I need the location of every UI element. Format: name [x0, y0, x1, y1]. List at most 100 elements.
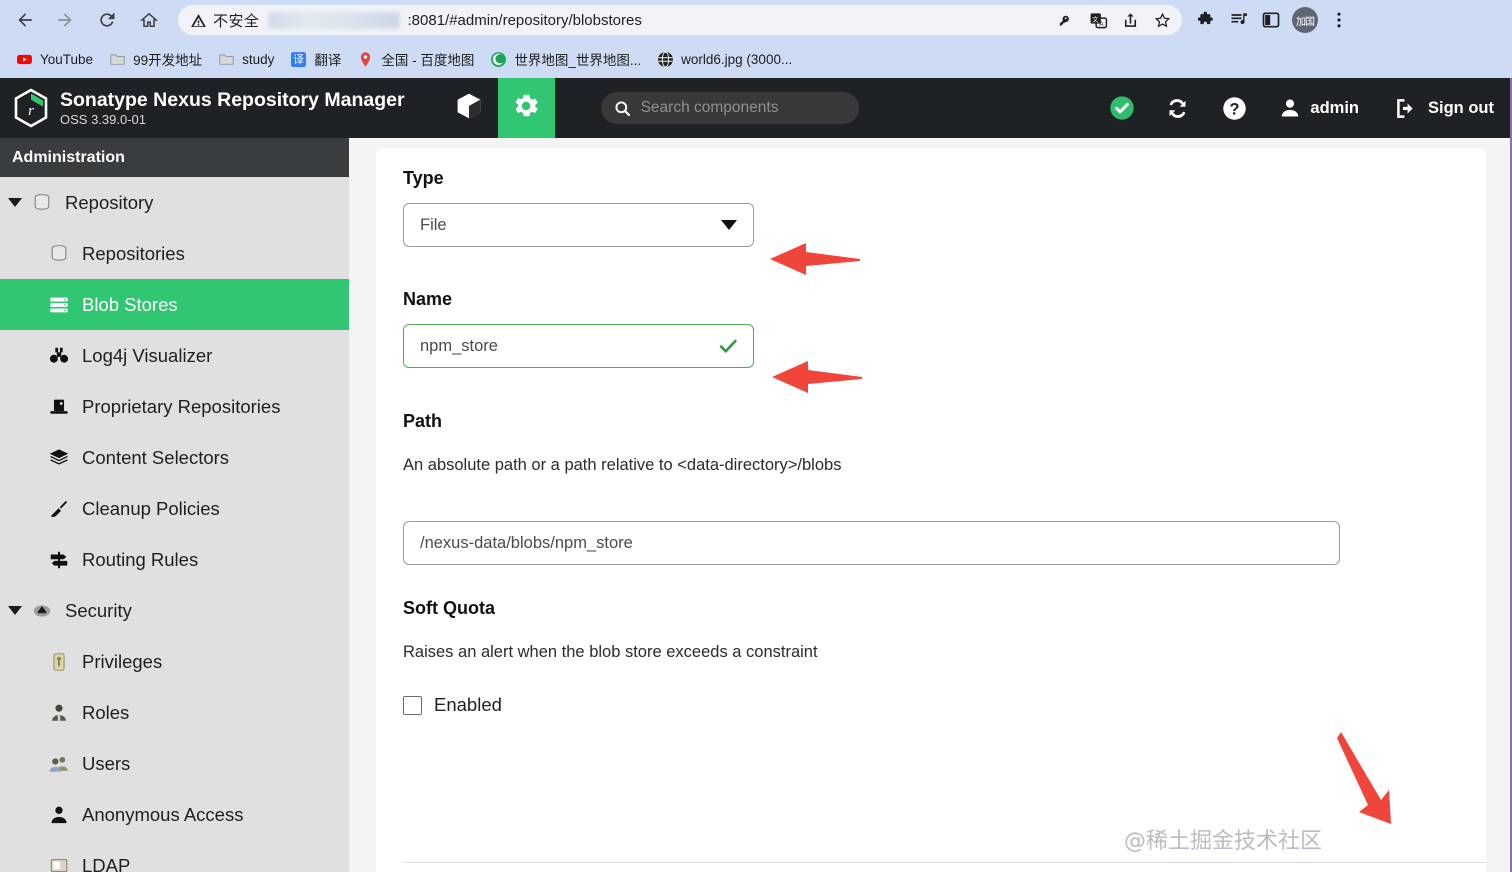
- type-label: Type: [403, 168, 444, 188]
- ldap-icon: [46, 853, 72, 872]
- soft-quota-help-text: Raises an alert when the blob store exce…: [403, 643, 818, 661]
- sidebar-item-log4j-visualizer[interactable]: Log4j Visualizer: [0, 330, 349, 381]
- soft-quota-enabled-row[interactable]: Enabled: [403, 694, 502, 716]
- bookmark-star-icon[interactable]: [1148, 6, 1176, 34]
- bookmark-youtube[interactable]: YouTube: [8, 46, 101, 72]
- share-icon[interactable]: [1116, 6, 1144, 34]
- header-tabs: [441, 78, 555, 138]
- sidebar-item-proprietary-repositories[interactable]: Proprietary Repositories: [0, 381, 349, 432]
- chevron-down-icon[interactable]: [8, 198, 22, 207]
- password-key-icon[interactable]: [1052, 6, 1080, 34]
- sidebar-item-users[interactable]: Users: [0, 738, 349, 789]
- bookmark-label: 翻译: [314, 53, 342, 68]
- tab-admin[interactable]: [497, 78, 555, 138]
- type-select[interactable]: File: [403, 203, 754, 247]
- bookmarks-bar: YouTube 99开发地址 study 译 翻译 全国 - 百度地图 世界地图…: [0, 40, 1512, 78]
- bookmark-world-map[interactable]: 世界地图_世界地图...: [482, 46, 649, 72]
- name-value: npm_store: [420, 336, 498, 355]
- signpost-icon: [46, 547, 72, 573]
- side-panel-icon[interactable]: [1256, 5, 1286, 35]
- enabled-label: Enabled: [434, 694, 502, 715]
- translate-icon[interactable]: 文A: [1084, 6, 1112, 34]
- home-icon[interactable]: [132, 3, 166, 37]
- not-secure-label: 不安全: [213, 12, 260, 30]
- sign-out-button[interactable]: Sign out: [1393, 96, 1494, 121]
- sidebar-item-ldap[interactable]: LDAP: [0, 840, 349, 872]
- back-arrow-icon[interactable]: [8, 3, 42, 37]
- help-question-icon[interactable]: ?: [1221, 95, 1248, 122]
- sidebar-group-label: Repository: [65, 191, 154, 213]
- youtube-icon: [16, 51, 33, 68]
- arrow-to-name-input: [772, 361, 862, 393]
- sidebar-item-label: Users: [82, 752, 131, 774]
- sidebar-item-label: Proprietary Repositories: [82, 395, 281, 417]
- bookmark-label: study: [242, 51, 275, 67]
- bookmark-label: 全国 - 百度地图: [381, 53, 475, 68]
- nexus-hex-logo-icon: r: [12, 88, 50, 128]
- sidebar-item-privileges[interactable]: Privileges: [0, 636, 349, 687]
- sidebar-group-security[interactable]: Security: [0, 585, 349, 636]
- type-value: File: [420, 215, 447, 234]
- status-ok-check-icon[interactable]: [1108, 94, 1136, 122]
- refresh-icon[interactable]: [1164, 95, 1191, 122]
- sidebar-item-anonymous-access[interactable]: Anonymous Access: [0, 789, 349, 840]
- not-secure-warning-icon: [190, 12, 207, 29]
- server-stack-icon: [46, 292, 72, 318]
- sidebar-item-repositories[interactable]: Repositories: [0, 228, 349, 279]
- redacted-host: [267, 11, 400, 29]
- bookmark-99dev[interactable]: 99开发地址: [101, 46, 210, 72]
- media-list-icon[interactable]: [1224, 5, 1254, 35]
- database-icon: [46, 241, 72, 267]
- path-input[interactable]: /nexus-data/blobs/npm_store: [403, 521, 1340, 565]
- arrow-to-save-button: [1337, 732, 1391, 824]
- search-input[interactable]: Search components: [600, 92, 859, 124]
- sign-out-icon: [1393, 96, 1418, 121]
- app-title: Sonatype Nexus Repository Manager: [60, 88, 405, 111]
- sidebar-item-roles[interactable]: Roles: [0, 687, 349, 738]
- bookmark-study[interactable]: study: [210, 46, 282, 72]
- three-dot-menu-icon[interactable]: [1324, 5, 1354, 35]
- bookmark-label: world6.jpg (3000...: [681, 51, 793, 67]
- profile-avatar[interactable]: 加国: [1292, 7, 1318, 33]
- name-label: Name: [403, 289, 453, 309]
- app-header: r Sonatype Nexus Repository Manager OSS …: [0, 78, 1512, 138]
- user-menu[interactable]: admin: [1278, 96, 1359, 120]
- address-bar[interactable]: 不安全 :8081/#admin/repository/blobstores 文…: [178, 5, 1182, 35]
- role-person-icon: [46, 700, 72, 726]
- chevron-down-icon[interactable]: [8, 606, 22, 615]
- sidebar-item-routing-rules[interactable]: Routing Rules: [0, 534, 349, 585]
- brand-text: Sonatype Nexus Repository Manager OSS 3.…: [60, 89, 405, 128]
- bookmark-fanyi[interactable]: 译 翻译: [282, 46, 349, 72]
- folder-icon: [218, 51, 235, 68]
- bookmark-label: 世界地图_世界地图...: [514, 53, 642, 68]
- toolbar-right-icons: 加国: [1192, 5, 1354, 35]
- sidebar-item-label: Repositories: [82, 242, 185, 264]
- sidebar-item-label: Content Selectors: [82, 446, 230, 468]
- bookmark-baidu-map[interactable]: 全国 - 百度地图: [349, 46, 482, 72]
- arrow-to-type-select: [770, 243, 860, 275]
- sidebar-item-content-selectors[interactable]: Content Selectors: [0, 432, 349, 483]
- sidebar-item-blob-stores[interactable]: Blob Stores: [0, 279, 349, 330]
- svg-text:?: ?: [1230, 100, 1240, 118]
- database-icon: [29, 190, 55, 216]
- chevron-down-icon[interactable]: [721, 220, 737, 230]
- globe-icon: [657, 51, 674, 68]
- bookmark-label: 99开发地址: [133, 53, 203, 68]
- forward-arrow-icon[interactable]: [48, 3, 82, 37]
- sidebar-item-label: Cleanup Policies: [82, 497, 220, 519]
- name-input[interactable]: npm_store: [403, 324, 754, 368]
- browser-toolbar: 不安全 :8081/#admin/repository/blobstores 文…: [0, 0, 1512, 40]
- binoculars-icon: [46, 343, 72, 369]
- enabled-checkbox[interactable]: [403, 695, 422, 715]
- reload-icon[interactable]: [90, 3, 124, 37]
- extensions-puzzle-icon[interactable]: [1192, 5, 1222, 35]
- bookmark-world6-jpg[interactable]: world6.jpg (3000...: [649, 46, 800, 72]
- sidebar-title: Administration: [12, 148, 125, 166]
- shield-icon: [29, 598, 55, 624]
- sidebar-group-repository[interactable]: Repository: [0, 177, 349, 228]
- sidebar-item-label: Roles: [82, 701, 130, 723]
- soft-quota-label: Soft Quota: [403, 598, 495, 618]
- bookmark-label: YouTube: [40, 51, 94, 67]
- sidebar-item-cleanup-policies[interactable]: Cleanup Policies: [0, 483, 349, 534]
- tab-browse[interactable]: [441, 78, 498, 138]
